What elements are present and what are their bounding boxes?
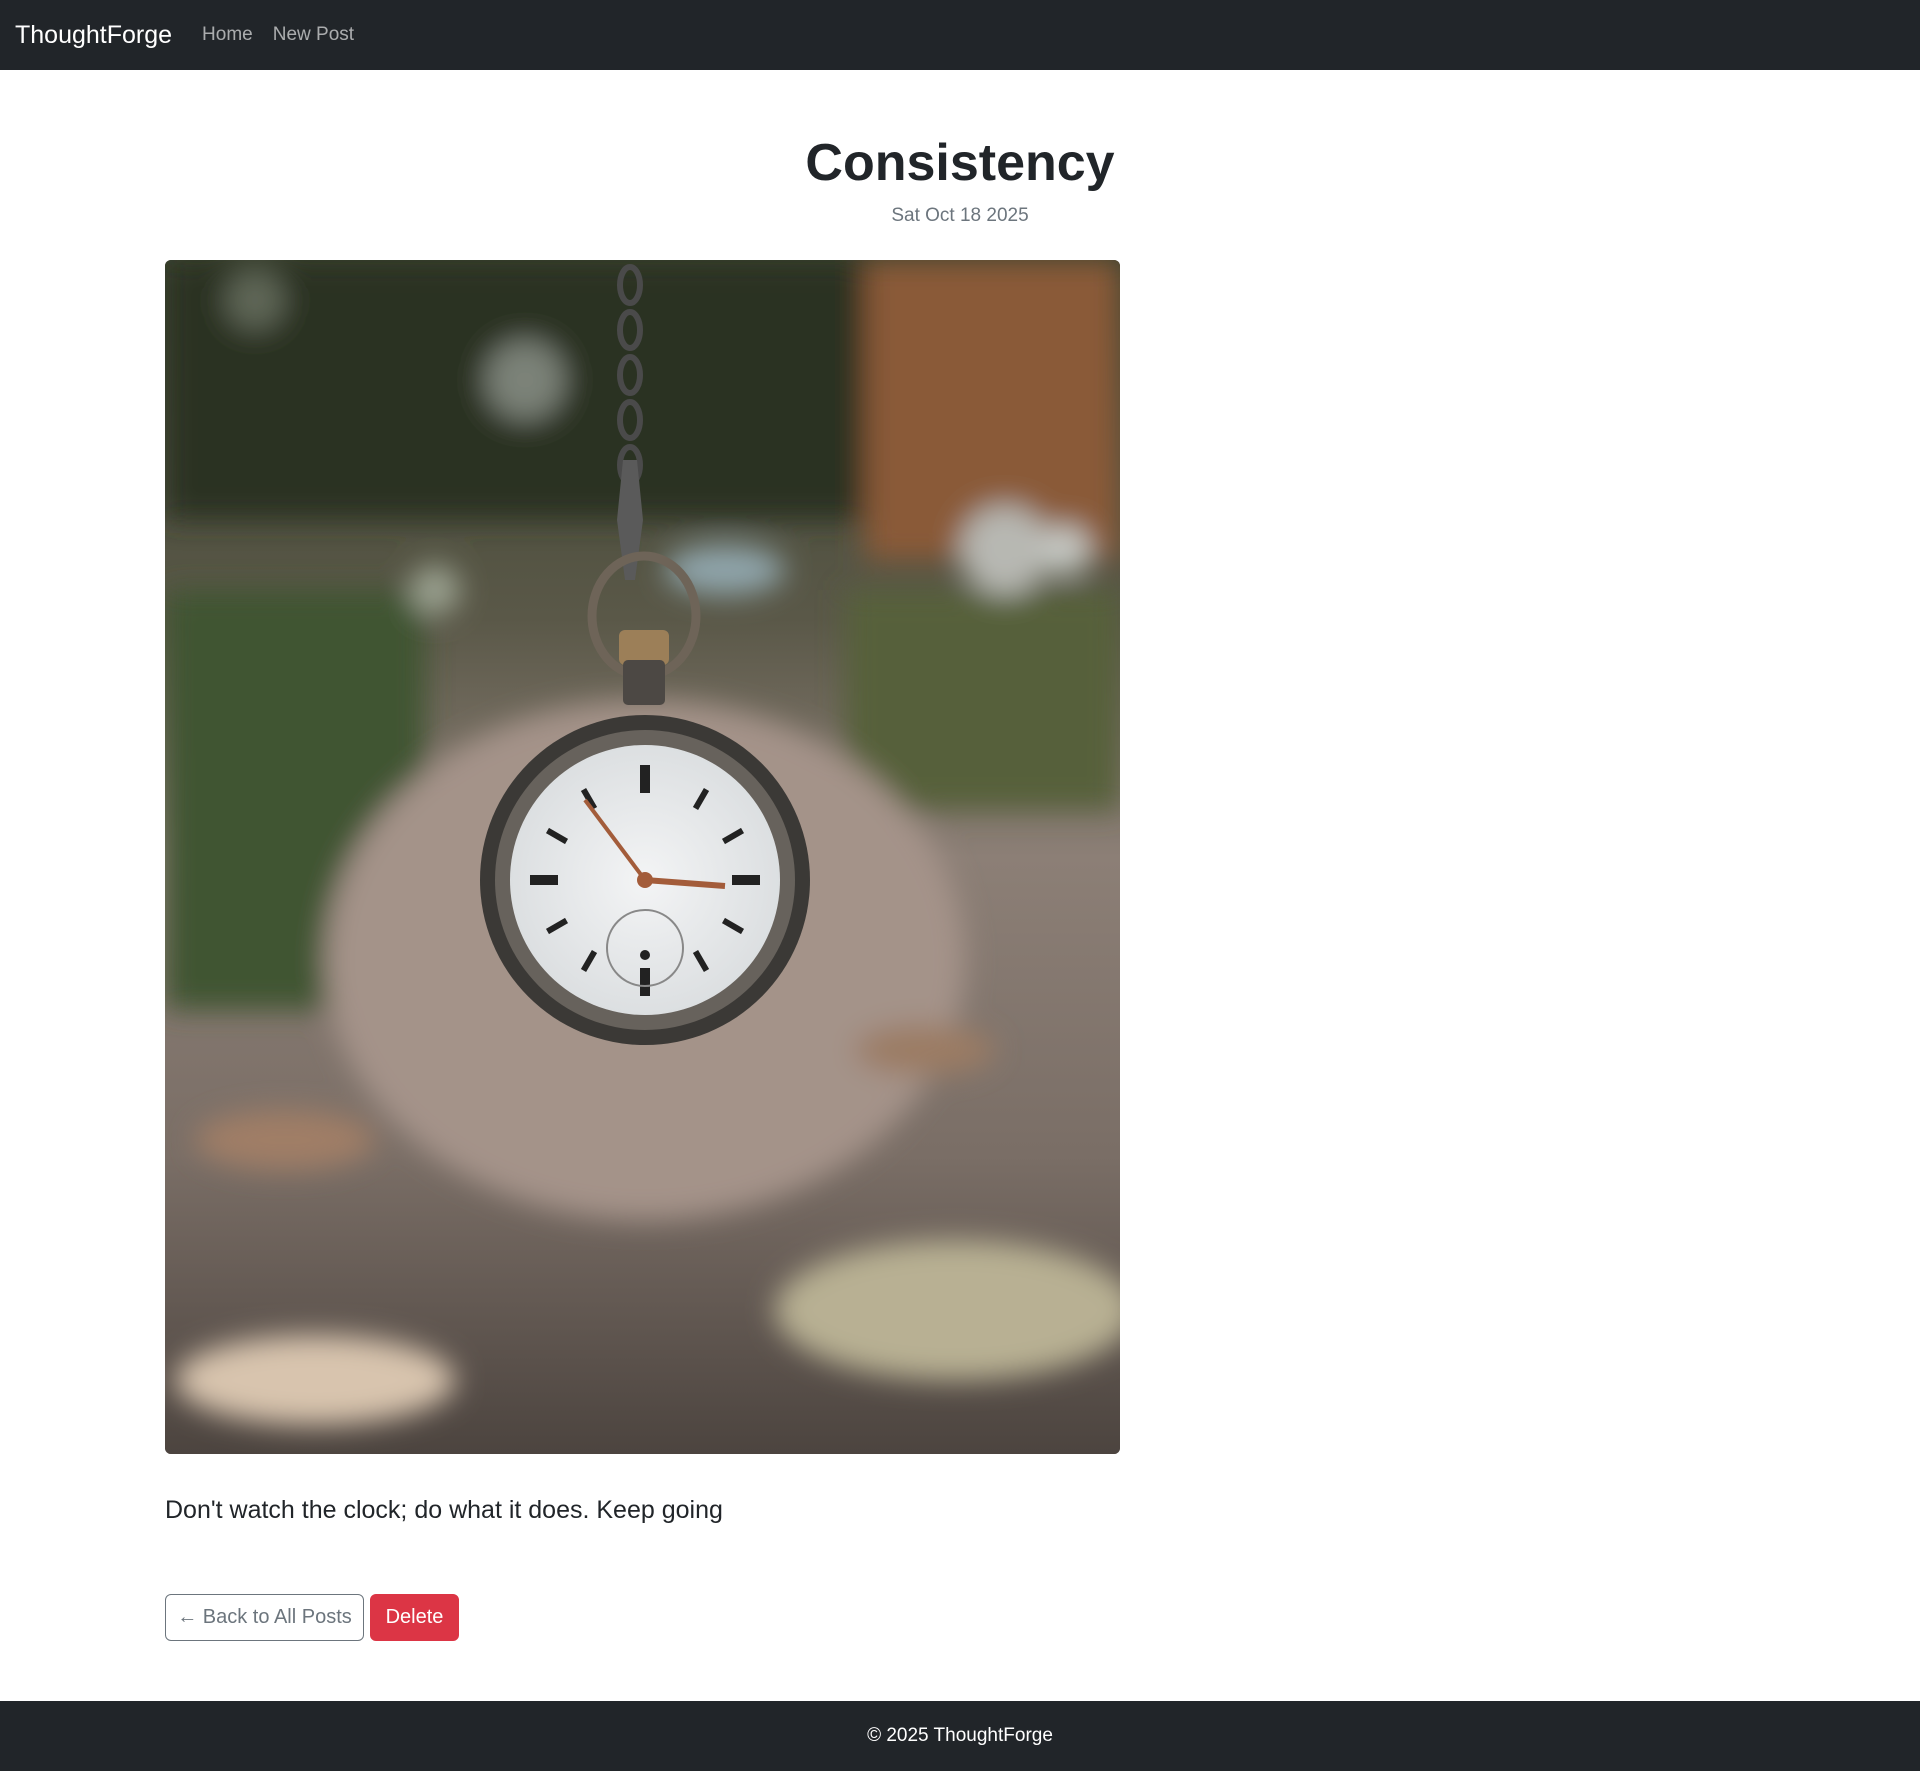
pocket-watch-photo — [165, 260, 1120, 1454]
back-to-posts-button[interactable]: ← Back to All Posts — [165, 1594, 364, 1641]
post-title: Consistency — [805, 134, 1115, 192]
navbar: ThoughtForge Home New Post — [0, 0, 1920, 70]
nav-link-home[interactable]: Home — [202, 24, 253, 46]
post-date: Sat Oct 18 2025 — [891, 205, 1029, 226]
delete-button[interactable]: Delete — [370, 1594, 459, 1641]
nav-link-new-post[interactable]: New Post — [273, 24, 354, 46]
post-body: Don't watch the clock; do what it does. … — [165, 1496, 723, 1524]
brand-link[interactable]: ThoughtForge — [15, 21, 172, 50]
post-image — [165, 260, 1120, 1454]
footer-copyright: © 2025 ThoughtForge — [867, 1725, 1053, 1746]
footer: © 2025 ThoughtForge — [0, 1701, 1920, 1771]
